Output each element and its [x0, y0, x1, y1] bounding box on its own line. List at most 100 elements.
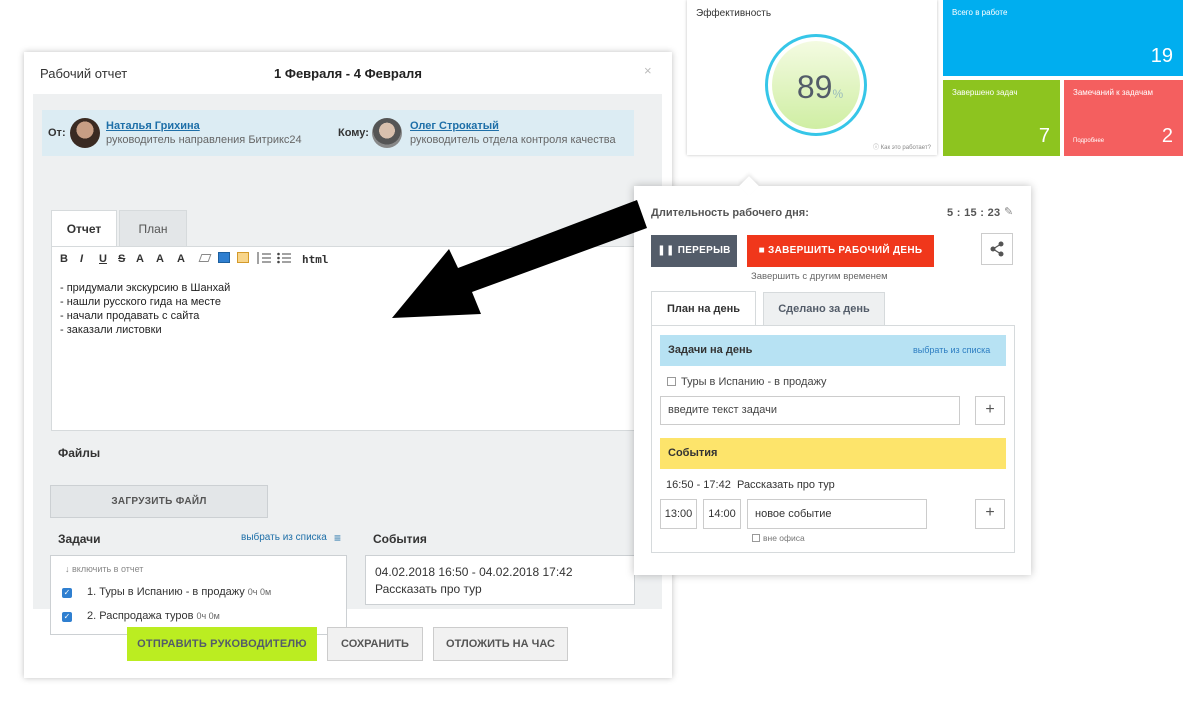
finish-day-button[interactable]: ■ ЗАВЕРШИТЬ РАБОЧИЙ ДЕНЬ: [747, 235, 934, 267]
day-events-header: События: [660, 438, 1006, 469]
editor-line: - нашли русского гида на месте: [60, 296, 221, 308]
editor-line: - заказали листовки: [60, 324, 162, 336]
tile-value: 19: [1150, 45, 1173, 67]
table-icon[interactable]: [237, 252, 249, 263]
add-event-button[interactable]: +: [975, 499, 1005, 529]
font-size-icon[interactable]: A: [156, 253, 164, 265]
event-text: Рассказать про тур: [375, 582, 482, 596]
event-time: 16:50 - 17:42: [666, 479, 731, 491]
tab-plan[interactable]: План: [119, 210, 187, 246]
dialog-title: Рабочий отчет: [40, 66, 128, 81]
postpone-hour-button[interactable]: ОТЛОЖИТЬ НА ЧАС: [433, 627, 568, 661]
tab-day-plan[interactable]: План на день: [651, 291, 756, 326]
editor-toolbar: B I U S A A A html: [52, 247, 661, 272]
finish-other-time-link[interactable]: Завершить с другим временем: [751, 271, 888, 282]
tile-value: 7: [1038, 125, 1050, 147]
image-icon[interactable]: [218, 252, 230, 263]
event-time: 04.02.2018 16:50 - 04.02.2018 17:42: [375, 565, 573, 579]
italic-icon[interactable]: I: [80, 253, 83, 265]
font-color-icon[interactable]: A: [177, 253, 185, 265]
day-events-title: События: [668, 447, 718, 459]
files-label: Файлы: [58, 446, 101, 460]
pause-icon: ❚❚: [657, 245, 678, 256]
efficiency-gauge: 89%: [765, 34, 867, 136]
editor-line: - начали продавать с сайта: [60, 310, 200, 322]
task-input[interactable]: введите текст задачи: [660, 396, 960, 425]
duration-label: Длительность рабочего дня:: [651, 207, 809, 219]
events-list: 04.02.2018 16:50 - 04.02.2018 17:42 Расс…: [365, 555, 635, 605]
list-item[interactable]: 1. Туры в Испанию - в продажу 0ч 0м: [87, 586, 271, 598]
tab-done-today[interactable]: Сделано за день: [763, 292, 885, 325]
event-text: Рассказать про тур: [736, 479, 835, 491]
send-to-manager-button[interactable]: ОТПРАВИТЬ РУКОВОДИТЕЛЮ: [127, 627, 317, 661]
numbered-list-icon[interactable]: [257, 252, 271, 264]
to-role: руководитель отдела контроля качества: [410, 134, 616, 146]
remarks-tile[interactable]: Замечаний к задачам Подробнее 2: [1064, 80, 1183, 156]
day-tasks-select-link[interactable]: выбрать из списка: [913, 345, 990, 355]
underline-icon[interactable]: U: [99, 253, 107, 265]
bold-icon[interactable]: B: [60, 253, 68, 265]
efficiency-title: Эффективность: [696, 8, 772, 19]
list-item[interactable]: Туры в Испанию - в продажу: [667, 376, 827, 388]
html-mode-button[interactable]: html: [302, 253, 329, 266]
popup-pointer: [739, 176, 759, 196]
menu-icon[interactable]: ≡: [334, 531, 341, 545]
workday-timer: 5 : 15 : 23: [947, 207, 1001, 219]
editor-line: - придумали экскурсию в Шанхай: [60, 282, 231, 294]
total-in-work-tile[interactable]: Всего в работе 19: [943, 0, 1183, 76]
tile-details-link[interactable]: Подробнее: [1073, 138, 1104, 144]
new-event-input[interactable]: новое событие: [747, 499, 927, 529]
close-icon[interactable]: ×: [644, 63, 652, 78]
editor-content[interactable]: - придумали экскурсию в Шанхай - нашли р…: [60, 281, 230, 337]
share-icon: [990, 241, 1004, 257]
stop-icon: ■: [758, 245, 769, 256]
tab-report[interactable]: Отчет: [51, 210, 117, 247]
out-of-office-checkbox[interactable]: [752, 534, 760, 542]
include-in-report-label: ↓ включить в отчет: [65, 564, 144, 574]
tile-title: Завершено задач: [952, 88, 1018, 97]
to-name-link[interactable]: Олег Строкатый: [410, 120, 499, 132]
report-editor[interactable]: B I U S A A A html - придумали экскурсию…: [51, 246, 662, 431]
task-checkbox[interactable]: [667, 377, 676, 386]
events-label: События: [373, 532, 427, 546]
task-checkbox[interactable]: ✓: [62, 588, 72, 598]
gauge-fill: 89%: [772, 41, 860, 129]
pause-button[interactable]: ❚❚ ПЕРЕРЫВ: [651, 235, 737, 267]
eraser-icon[interactable]: [198, 254, 212, 262]
edit-icon[interactable]: ✎: [1004, 205, 1013, 218]
upload-file-button[interactable]: ЗАГРУЗИТЬ ФАЙЛ: [50, 485, 268, 518]
list-item[interactable]: 16:50 - 17:42 Рассказать про тур: [666, 479, 835, 491]
from-to-bar: От: Наталья Грихина руководитель направл…: [42, 110, 634, 156]
task-checkbox[interactable]: ✓: [62, 612, 72, 622]
event-start-input[interactable]: 13:00: [660, 499, 697, 529]
tasks-label: Задачи: [58, 532, 101, 546]
report-period: 1 Февраля - 4 Февраля: [274, 66, 422, 81]
work-report-dialog: Рабочий отчет 1 Февраля - 4 Февраля × От…: [24, 52, 672, 678]
from-name-link[interactable]: Наталья Грихина: [106, 120, 200, 132]
strikethrough-icon[interactable]: S: [118, 253, 125, 265]
tile-value: 2: [1161, 125, 1173, 147]
avatar: [70, 118, 100, 148]
event-end-input[interactable]: 14:00: [703, 499, 741, 529]
share-button[interactable]: [981, 233, 1013, 265]
efficiency-widget: Эффективность 89% ⓘ Как это работает?: [687, 0, 937, 155]
bullet-list-icon[interactable]: [277, 252, 291, 264]
out-of-office-option[interactable]: вне офиса: [752, 533, 805, 543]
tile-title: Замечаний к задачам: [1073, 88, 1154, 97]
from-label: От:: [48, 127, 66, 139]
remove-format-icon[interactable]: A: [136, 253, 144, 265]
list-item[interactable]: 2. Распродажа туров 0ч 0м: [87, 610, 220, 622]
tasks-list: ↓ включить в отчет ✓ 1. Туры в Испанию -…: [50, 555, 347, 635]
done-tasks-tile[interactable]: Завершено задач 7: [943, 80, 1060, 156]
from-role: руководитель направления Битрикс24: [106, 134, 302, 146]
dialog-body: От: Наталья Грихина руководитель направл…: [33, 94, 662, 635]
tile-title: Всего в работе: [952, 8, 1008, 17]
how-it-works-link[interactable]: ⓘ Как это работает?: [873, 142, 931, 151]
day-tasks-title: Задачи на день: [668, 344, 753, 356]
day-plan-box: Задачи на день выбрать из списка Туры в …: [651, 325, 1015, 553]
add-task-button[interactable]: +: [975, 396, 1005, 425]
save-button[interactable]: СОХРАНИТЬ: [327, 627, 423, 661]
tasks-select-link[interactable]: выбрать из списка: [241, 532, 327, 543]
avatar: [372, 118, 402, 148]
workday-panel: Длительность рабочего дня: 5 : 15 : 23 ✎…: [634, 176, 1031, 575]
